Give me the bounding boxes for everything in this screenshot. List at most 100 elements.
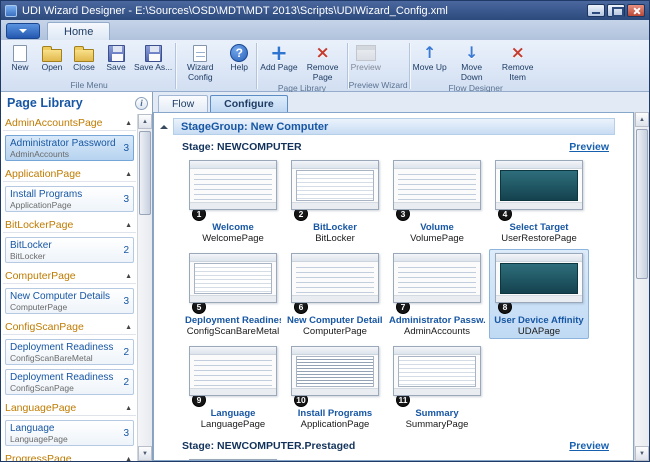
page-card[interactable]: 9LanguageLanguagePage — [183, 342, 283, 432]
page-card-title: Install Programs — [287, 408, 383, 419]
page-card[interactable]: 1WelcomeWelcomePage — [183, 156, 283, 246]
ribbon-button-move-down[interactable]: ↓Move Down — [449, 41, 495, 83]
ribbon-button-help[interactable]: ?Help — [223, 41, 255, 73]
ribbon-button-open[interactable]: Open — [36, 41, 68, 73]
ribbon-button-add-page[interactable]: +Add Page — [258, 41, 299, 73]
ribbon-button-save[interactable]: Save — [100, 41, 132, 73]
page-library-group-header[interactable]: ConfigScanPage▲ — [3, 318, 136, 335]
ribbon-separator — [347, 43, 348, 89]
close-button[interactable] — [627, 4, 645, 17]
page-library-item[interactable]: Install ProgramsApplicationPage3 — [5, 186, 134, 212]
badge-row: 3 — [389, 212, 485, 222]
maximize-button[interactable] — [607, 4, 625, 17]
page-library-item-count: 3 — [120, 296, 129, 307]
ribbon-button-save-as[interactable]: Save As... — [132, 41, 174, 73]
collapse-arrow-icon[interactable]: ▲ — [125, 456, 132, 462]
scroll-up-button[interactable]: ▲ — [635, 112, 649, 127]
stage-page-grid: 1WelcomeWelcomePage2BitLockerBitLocker3V… — [182, 155, 609, 434]
page-card-title: User Device Affinity — [491, 315, 587, 326]
collapse-arrow-icon[interactable]: ▲ — [125, 120, 132, 127]
page-library-item-text: Deployment ReadinessConfigScanPage — [10, 372, 113, 393]
ribbon-button-label: Move Up — [413, 63, 447, 73]
main-scrollbar[interactable]: ▲ ▼ — [634, 112, 649, 461]
ribbon-button-wizard-config[interactable]: Wizard Config — [177, 41, 223, 83]
page-card-subtitle: ConfigScanBareMetal — [185, 326, 281, 337]
move-up-icon: ↑ — [423, 43, 436, 63]
stage-preview-link[interactable]: Preview — [569, 141, 609, 153]
page-thumbnail — [291, 160, 379, 210]
page-library-group-header[interactable]: AdminAccountsPage ▲ — [3, 114, 136, 131]
main-content-row: StageGroup: New Computer Stage: NEWCOMPU… — [153, 112, 649, 461]
collapse-arrow-icon[interactable]: ▲ — [125, 273, 132, 280]
ribbon-button-move-up[interactable]: ↑Move Up — [411, 41, 449, 73]
preview-icon — [356, 43, 376, 63]
scrollbar-thumb[interactable] — [636, 129, 648, 279]
ribbon-button-label: New — [11, 63, 28, 73]
scroll-up-button[interactable]: ▲ — [138, 114, 152, 129]
page-library-item[interactable]: LanguageLanguagePage3 — [5, 420, 134, 446]
collapse-arrow-icon[interactable]: ▲ — [125, 405, 132, 412]
ribbon-button-new[interactable]: New — [4, 41, 36, 73]
wizard-config-icon — [193, 43, 207, 63]
minimize-button[interactable] — [587, 4, 605, 17]
page-library-item[interactable]: Deployment ReadinessConfigScanPage2 — [5, 369, 134, 395]
scrollbar-thumb[interactable] — [139, 131, 151, 215]
scrollbar-track[interactable] — [138, 129, 152, 446]
page-thumbnail — [291, 346, 379, 396]
page-library-panel: Page Library i AdminAccountsPage▲Adminis… — [1, 92, 153, 461]
badge-row: 5 — [185, 305, 281, 315]
collapse-arrow-icon[interactable]: ▲ — [125, 324, 132, 331]
stage-header: Stage: NEWCOMPUTER.PrestagedPreview — [182, 440, 609, 452]
info-icon[interactable]: i — [135, 97, 148, 110]
page-library-group-header[interactable]: ApplicationPage▲ — [3, 165, 136, 182]
ribbon-button-preview[interactable]: Preview — [349, 41, 383, 73]
scrollbar-track[interactable] — [635, 127, 649, 446]
scroll-down-button[interactable]: ▼ — [138, 446, 152, 461]
page-library-group-title: AdminAccountsPage — [5, 117, 102, 129]
page-card[interactable]: 8User Device AffinityUDAPage — [489, 249, 589, 339]
page-library-item-subtitle: BitLocker — [10, 251, 52, 261]
page-library-group-header[interactable]: LanguagePage▲ — [3, 399, 136, 416]
scroll-down-button[interactable]: ▼ — [635, 446, 649, 461]
ribbon-tab-home[interactable]: Home — [47, 22, 110, 40]
page-card-title: Administrator Passw... — [389, 315, 485, 326]
tab-configure[interactable]: Configure — [210, 95, 288, 112]
page-card[interactable]: 3VolumeVolumePage — [387, 156, 487, 246]
application-menu-button[interactable] — [6, 23, 40, 39]
page-library-item[interactable]: New Computer DetailsComputerPage3 — [5, 288, 134, 314]
tab-flow[interactable]: Flow — [158, 95, 208, 112]
stage-page-grid — [182, 454, 609, 461]
page-card[interactable]: 5Deployment ReadinessConfigScanBareMetal — [183, 249, 283, 339]
page-card-title: Language — [185, 408, 281, 419]
ribbon-button-close[interactable]: Close — [68, 41, 100, 73]
ribbon-button-remove-page[interactable]: ×Remove Page — [300, 41, 346, 83]
collapse-arrow-icon[interactable]: ▲ — [125, 222, 132, 229]
page-thumbnail — [393, 346, 481, 396]
collapse-expander-icon[interactable] — [160, 121, 168, 129]
page-library-item[interactable]: Deployment ReadinessConfigScanBareMetal2 — [5, 339, 134, 365]
page-library-item[interactable]: Administrator PasswordAdminAccounts3 — [5, 135, 134, 161]
thumbnail-content — [296, 356, 374, 387]
thumbnail-content — [398, 263, 476, 294]
ribbon-button-remove-item[interactable]: ×Remove Item — [495, 41, 541, 83]
stage-preview-link[interactable]: Preview — [569, 440, 609, 452]
page-library-group-header[interactable]: ProgressPage▲ — [3, 450, 136, 461]
page-library-group-header[interactable]: BitLockerPage▲ — [3, 216, 136, 233]
page-card[interactable]: 10Install ProgramsApplicationPage — [285, 342, 385, 432]
save-as-icon — [145, 43, 162, 63]
page-library-item[interactable]: BitLockerBitLocker2 — [5, 237, 134, 263]
ribbon: NewOpenCloseSaveSave As...File MenuWizar… — [1, 40, 649, 92]
page-card[interactable] — [183, 455, 283, 461]
page-library-group-header[interactable]: ComputerPage▲ — [3, 267, 136, 284]
ribbon-separator — [256, 43, 257, 89]
page-thumbnail — [189, 459, 277, 461]
remove-x-icon: × — [316, 43, 330, 63]
page-card[interactable]: 4Select TargetUserRestorePage — [489, 156, 589, 246]
page-card[interactable]: 7Administrator Passw...AdminAccounts — [387, 249, 487, 339]
stagegroup-header[interactable]: StageGroup: New Computer — [173, 118, 615, 135]
page-card[interactable]: 2BitLockerBitLocker — [285, 156, 385, 246]
page-card[interactable]: 11SummarySummaryPage — [387, 342, 487, 432]
page-card[interactable]: 6New Computer DetailsComputerPage — [285, 249, 385, 339]
collapse-arrow-icon[interactable]: ▲ — [125, 171, 132, 178]
sidebar-scrollbar[interactable]: ▲ ▼ — [137, 114, 152, 461]
